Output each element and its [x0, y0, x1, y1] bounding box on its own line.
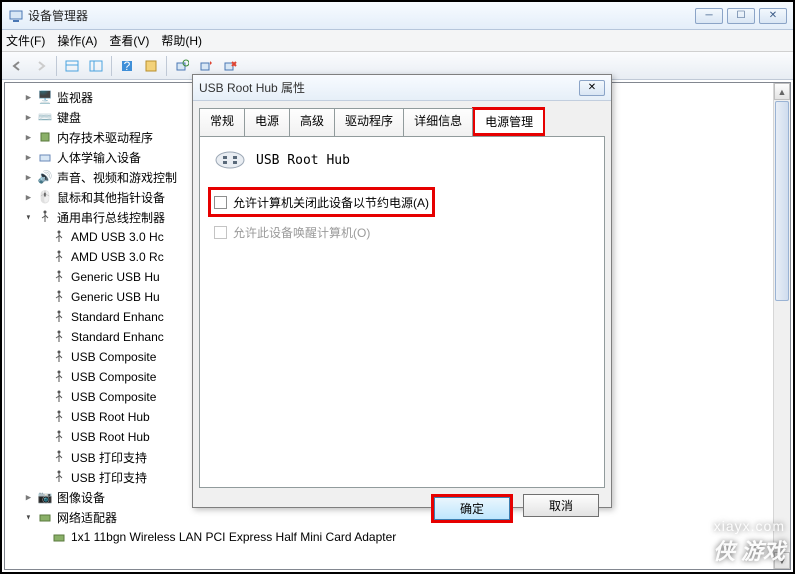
tab-advanced[interactable]: 高级	[289, 108, 335, 137]
menubar: 文件(F) 操作(A) 查看(V) 帮助(H)	[2, 30, 793, 52]
maximize-button[interactable]: ☐	[727, 8, 755, 24]
usb-device-icon	[51, 349, 67, 365]
hid-icon	[37, 149, 53, 165]
usb-device-icon	[51, 269, 67, 285]
close-button[interactable]: ✕	[759, 8, 787, 24]
menu-view[interactable]: 查看(V)	[109, 32, 149, 49]
usb-device-icon	[51, 369, 67, 385]
monitor-icon: 🖥️	[37, 89, 53, 105]
scan-hardware-icon[interactable]	[171, 55, 193, 77]
device-header: USB Root Hub	[214, 149, 590, 171]
checkbox-label: 允许此设备唤醒计算机(O)	[233, 224, 370, 241]
back-button[interactable]	[6, 55, 28, 77]
expand-icon[interactable]	[21, 170, 35, 184]
usb-device-icon	[51, 289, 67, 305]
dialog-buttons: 确定 取消	[193, 494, 611, 533]
dialog-titlebar[interactable]: USB Root Hub 属性 ✕	[193, 75, 611, 101]
allow-wake-checkbox: 允许此设备唤醒计算机(O)	[214, 221, 590, 243]
device-name: USB Root Hub	[256, 153, 350, 168]
imaging-icon: 📷	[37, 489, 53, 505]
scroll-down-button[interactable]: ▼	[774, 552, 790, 569]
usb-device-icon	[51, 449, 67, 465]
tab-driver[interactable]: 驱动程序	[334, 108, 404, 137]
collapse-icon[interactable]	[21, 210, 35, 224]
tab-details[interactable]: 详细信息	[403, 108, 473, 137]
ok-button-highlight: 确定	[431, 494, 513, 523]
scroll-thumb[interactable]	[775, 101, 789, 301]
usb-device-icon	[51, 309, 67, 325]
network-adapter-icon	[37, 509, 53, 525]
cancel-button[interactable]: 取消	[523, 494, 599, 517]
usb-device-icon	[51, 469, 67, 485]
app-icon	[8, 8, 24, 24]
expand-icon[interactable]	[21, 110, 35, 124]
expand-icon[interactable]	[21, 130, 35, 144]
active-tab-highlight: 电源管理	[472, 107, 545, 136]
tab-panel: USB Root Hub 允许计算机关闭此设备以节约电源(A) 允许此设备唤醒计…	[199, 136, 605, 488]
forward-button[interactable]	[30, 55, 52, 77]
usb-device-icon	[51, 389, 67, 405]
titlebar[interactable]: 设备管理器 ─ ☐ ✕	[2, 2, 793, 30]
menu-action[interactable]: 操作(A)	[57, 32, 97, 49]
help-icon[interactable]: ?	[116, 55, 138, 77]
expand-icon[interactable]	[21, 490, 35, 504]
usb-device-icon	[51, 429, 67, 445]
usb-device-icon	[51, 329, 67, 345]
properties-icon[interactable]	[140, 55, 162, 77]
detail-view-icon[interactable]	[61, 55, 83, 77]
allow-turn-off-checkbox[interactable]: 允许计算机关闭此设备以节约电源(A)	[214, 191, 429, 213]
tab-power-management[interactable]: 电源管理	[475, 110, 543, 133]
collapse-icon[interactable]	[21, 510, 35, 524]
checkbox-icon	[214, 226, 227, 239]
properties-dialog: USB Root Hub 属性 ✕ 常规 电源 高级 驱动程序 详细信息 电源管…	[192, 74, 612, 508]
dialog-title: USB Root Hub 属性	[199, 79, 579, 96]
checkbox-highlight: 允许计算机关闭此设备以节约电源(A)	[208, 187, 435, 217]
vertical-scrollbar[interactable]: ▲ ▼	[773, 83, 790, 569]
tab-row: 常规 电源 高级 驱动程序 详细信息 电源管理	[193, 101, 611, 136]
expand-icon[interactable]	[21, 190, 35, 204]
dialog-close-button[interactable]: ✕	[579, 80, 605, 96]
usb-hub-icon	[214, 149, 246, 171]
expand-icon[interactable]	[21, 90, 35, 104]
menu-file[interactable]: 文件(F)	[6, 32, 45, 49]
minimize-button[interactable]: ─	[695, 8, 723, 24]
scroll-up-button[interactable]: ▲	[774, 83, 790, 100]
usb-device-icon	[51, 229, 67, 245]
keyboard-icon: ⌨️	[37, 109, 53, 125]
tab-power[interactable]: 电源	[244, 108, 290, 137]
chip-icon	[37, 129, 53, 145]
checkbox-icon[interactable]	[214, 196, 227, 209]
svg-text:?: ?	[124, 59, 131, 73]
window-title: 设备管理器	[28, 7, 695, 24]
menu-help[interactable]: 帮助(H)	[161, 32, 202, 49]
sound-icon: 🔊	[37, 169, 53, 185]
usb-controller-icon	[37, 209, 53, 225]
list-view-icon[interactable]	[85, 55, 107, 77]
window-controls: ─ ☐ ✕	[695, 8, 787, 24]
expand-icon[interactable]	[21, 150, 35, 164]
tab-general[interactable]: 常规	[199, 108, 245, 137]
checkbox-label: 允许计算机关闭此设备以节约电源(A)	[233, 194, 429, 211]
ok-button[interactable]: 确定	[434, 497, 510, 520]
mouse-icon: 🖱️	[37, 189, 53, 205]
usb-device-icon	[51, 249, 67, 265]
usb-device-icon	[51, 409, 67, 425]
wifi-adapter-icon	[51, 529, 67, 545]
